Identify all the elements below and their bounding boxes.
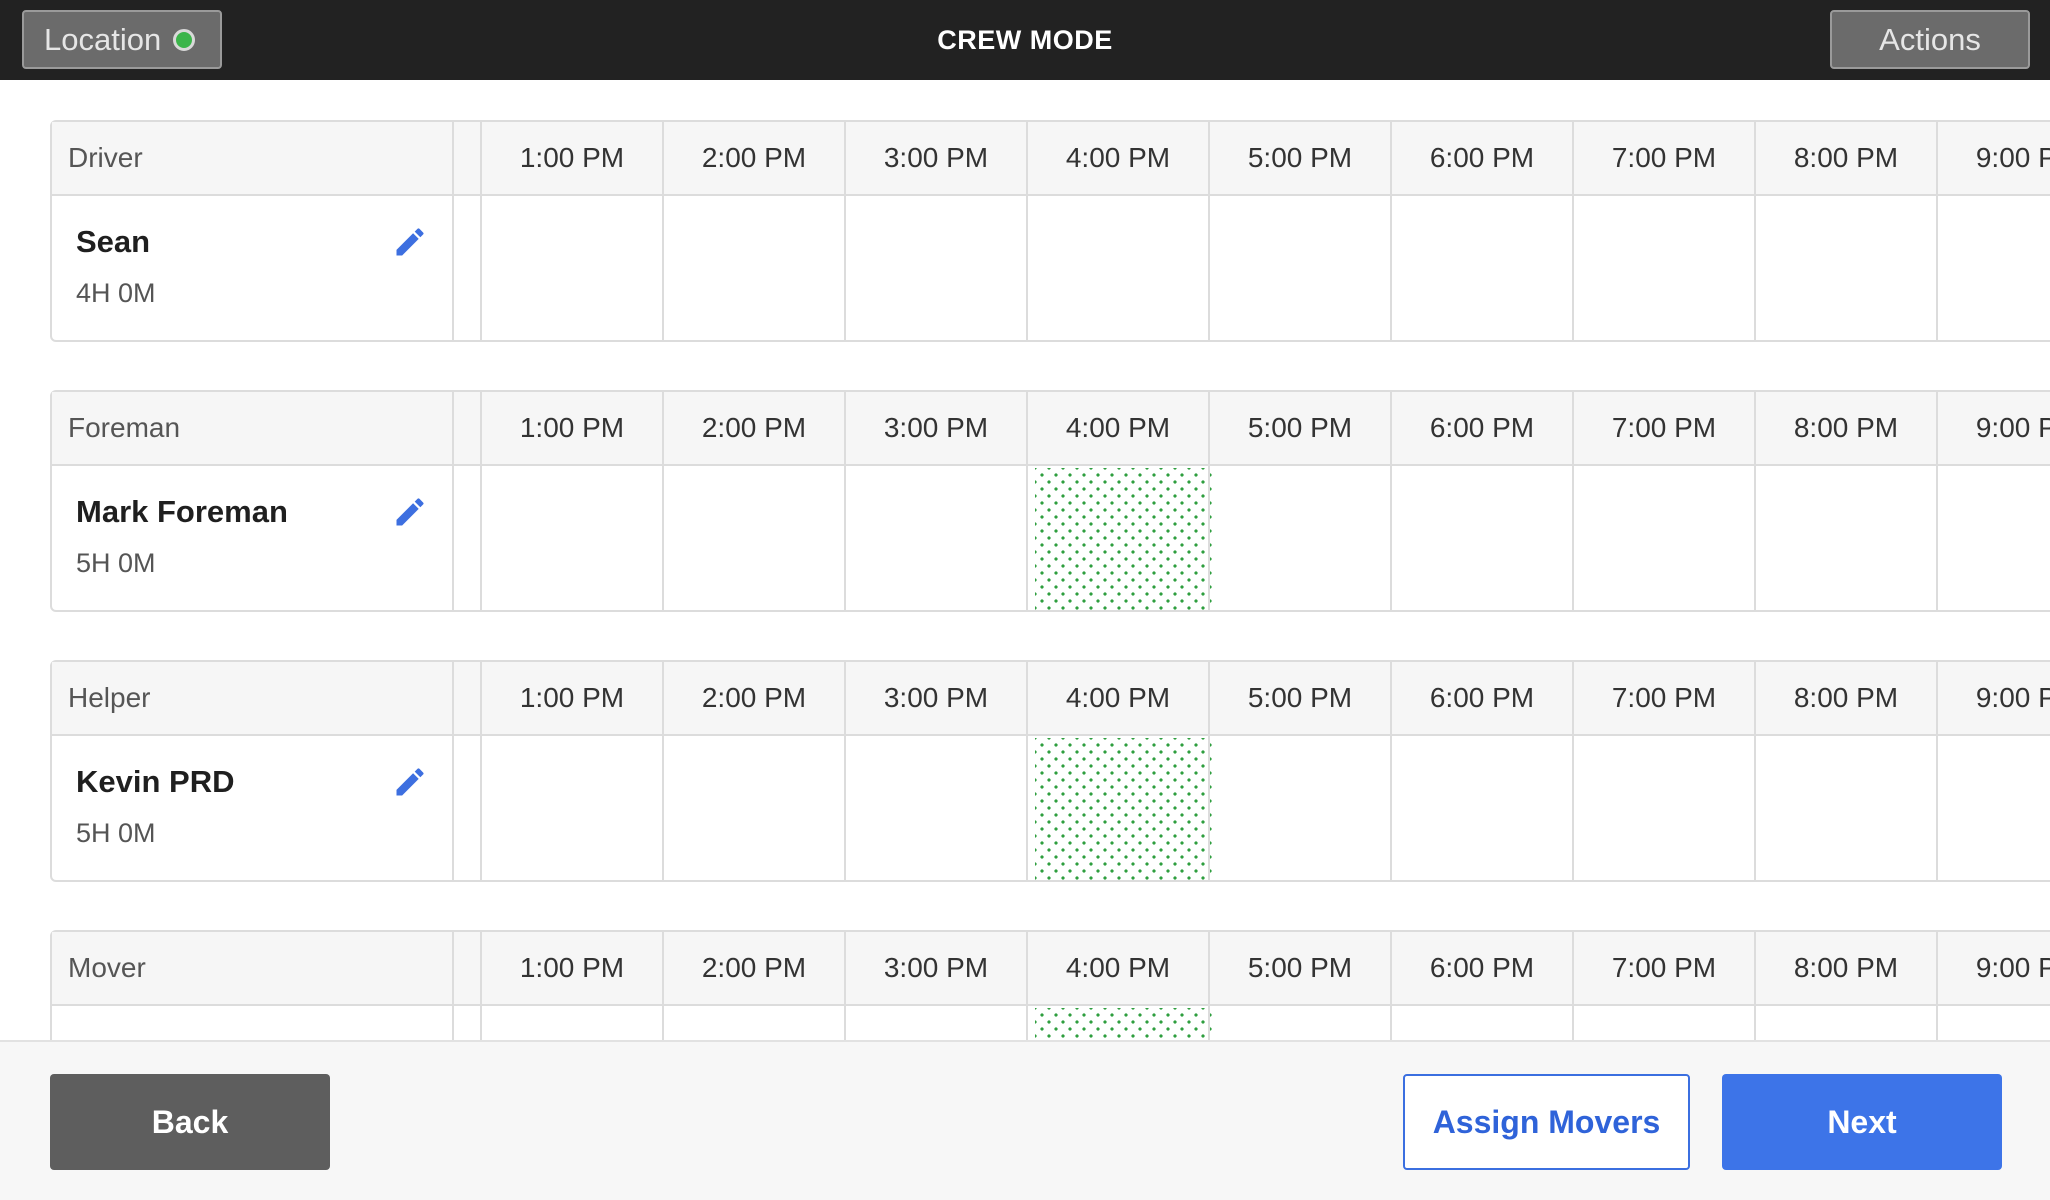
back-button[interactable]: Back xyxy=(50,1074,330,1170)
time-slot-header: 7:00 PM xyxy=(1611,952,1717,983)
section-header: Driver 1:00 PM 2:00 PM 3:00 PM 4:00 PM 5… xyxy=(52,122,2050,196)
availability-block[interactable] xyxy=(1035,738,1215,880)
section-header: Mover 1:00 PM 2:00 PM 3:00 PM 4:00 PM 5:… xyxy=(52,932,2050,1006)
crew-hours: 5H 0M xyxy=(76,818,156,848)
time-slot-header: 5:00 PM xyxy=(1247,142,1353,173)
time-slot-header: 2:00 PM xyxy=(701,952,807,983)
crew-name: Kevin PRD xyxy=(76,764,235,799)
time-slot-header: 8:00 PM xyxy=(1793,142,1899,173)
crew-section-foreman: Foreman 1:00 PM 2:00 PM 3:00 PM 4:00 PM … xyxy=(50,390,2050,612)
time-slot-header: 4:00 PM xyxy=(1065,412,1171,443)
time-slot-header: 8:00 PM xyxy=(1793,952,1899,983)
crew-row: Mark Foreman 5H 0M xyxy=(52,466,2050,610)
time-slot-header: 9:00 PM xyxy=(1975,952,2050,983)
crew-section-driver: Driver 1:00 PM 2:00 PM 3:00 PM 4:00 PM 5… xyxy=(50,120,2050,342)
time-slot-header: 7:00 PM xyxy=(1611,412,1717,443)
time-slot-header: 2:00 PM xyxy=(701,412,807,443)
time-slot-header: 1:00 PM xyxy=(519,142,625,173)
crew-hours: 4H 0M xyxy=(76,278,156,308)
time-slot-header: 6:00 PM xyxy=(1429,412,1535,443)
section-header: Foreman 1:00 PM 2:00 PM 3:00 PM 4:00 PM … xyxy=(52,392,2050,466)
role-label: Driver xyxy=(68,142,143,173)
top-bar: Location CREW MODE Actions xyxy=(0,0,2050,80)
time-slot-header: 8:00 PM xyxy=(1793,682,1899,713)
crew-hours: 5H 0M xyxy=(76,548,156,578)
time-slot-header: 9:00 PM xyxy=(1975,142,2050,173)
schedule-area[interactable]: Driver 1:00 PM 2:00 PM 3:00 PM 4:00 PM 5… xyxy=(0,80,2050,1040)
time-slot-header: 9:00 PM xyxy=(1975,682,2050,713)
pencil-icon[interactable] xyxy=(392,764,428,800)
crew-section-helper: Helper 1:00 PM 2:00 PM 3:00 PM 4:00 PM 5… xyxy=(50,660,2050,882)
role-label: Helper xyxy=(68,682,151,713)
crew-name: Mark Foreman xyxy=(76,494,288,529)
crew-section-mover: Mover 1:00 PM 2:00 PM 3:00 PM 4:00 PM 5:… xyxy=(50,930,2050,1040)
next-button[interactable]: Next xyxy=(1722,1074,2002,1170)
pencil-icon[interactable] xyxy=(392,494,428,530)
time-slot-header: 1:00 PM xyxy=(519,412,625,443)
time-slot-header: 5:00 PM xyxy=(1247,682,1353,713)
time-slot-header: 6:00 PM xyxy=(1429,952,1535,983)
time-slot-header: 4:00 PM xyxy=(1065,142,1171,173)
role-label: Foreman xyxy=(68,412,181,443)
page-title: CREW MODE xyxy=(937,24,1113,55)
time-slot-header: 6:00 PM xyxy=(1429,142,1535,173)
time-slot-header: 7:00 PM xyxy=(1611,682,1717,713)
section-header: Helper 1:00 PM 2:00 PM 3:00 PM 4:00 PM 5… xyxy=(52,662,2050,736)
time-slot-header: 5:00 PM xyxy=(1247,952,1353,983)
time-slot-header: 4:00 PM xyxy=(1065,682,1171,713)
time-slot-header: 3:00 PM xyxy=(883,952,989,983)
crew-row: Kevin PRD 5H 0M xyxy=(52,736,2050,880)
crew-row xyxy=(52,1006,2050,1040)
time-slot-header: 1:00 PM xyxy=(519,952,625,983)
assign-movers-button[interactable]: Assign Movers xyxy=(1403,1074,1690,1170)
availability-block[interactable] xyxy=(1035,1008,1215,1040)
time-slot-header: 9:00 PM xyxy=(1975,412,2050,443)
time-slot-header: 8:00 PM xyxy=(1793,412,1899,443)
crew-row: Sean 4H 0M xyxy=(52,196,2050,340)
pencil-icon[interactable] xyxy=(392,224,428,260)
time-slot-header: 2:00 PM xyxy=(701,682,807,713)
role-label: Mover xyxy=(68,952,146,983)
actions-button[interactable]: Actions xyxy=(1830,10,2030,69)
time-slot-header: 3:00 PM xyxy=(883,682,989,713)
time-slot-header: 5:00 PM xyxy=(1247,412,1353,443)
time-slot-header: 2:00 PM xyxy=(701,142,807,173)
footer-bar: Back Assign Movers Next xyxy=(0,1040,2050,1200)
time-slot-header: 6:00 PM xyxy=(1429,682,1535,713)
time-slot-header: 3:00 PM xyxy=(883,142,989,173)
time-slot-header: 3:00 PM xyxy=(883,412,989,443)
time-slot-header: 4:00 PM xyxy=(1065,952,1171,983)
crew-name: Sean xyxy=(76,224,151,259)
availability-block[interactable] xyxy=(1035,468,1215,610)
time-slot-header: 7:00 PM xyxy=(1611,142,1717,173)
time-slot-header: 1:00 PM xyxy=(519,682,625,713)
